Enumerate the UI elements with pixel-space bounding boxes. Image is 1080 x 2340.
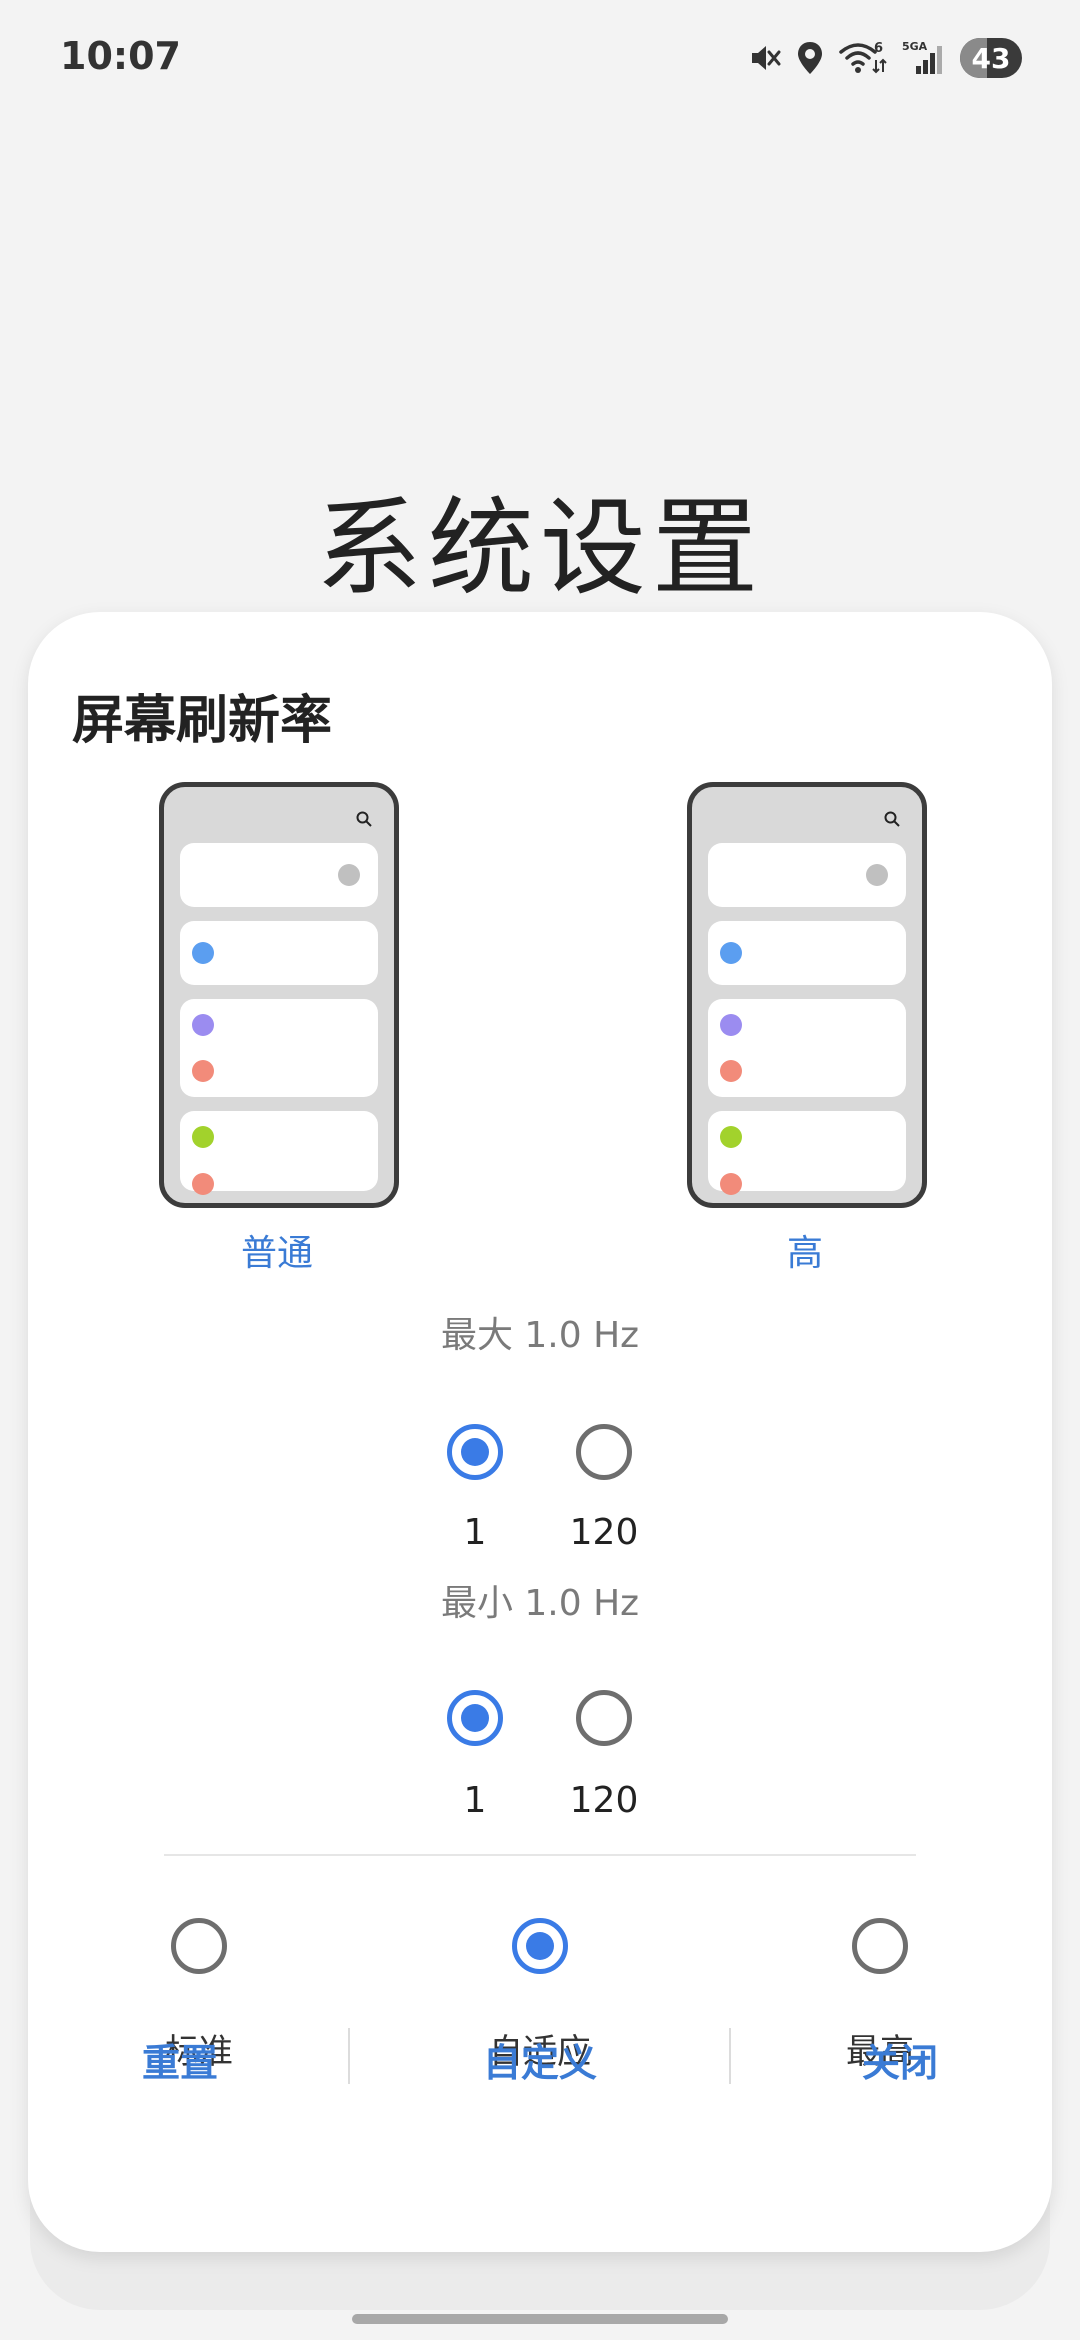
phone-preview-icon (159, 782, 399, 1208)
custom-button[interactable]: 自定义 (410, 2032, 670, 2087)
min-rate-label: 最小 1.0 Hz (440, 1583, 640, 1624)
wifi-badge: 6 (874, 41, 883, 56)
network-type: 5GA (902, 40, 928, 53)
min-rate-radio-120[interactable] (576, 1690, 632, 1746)
preview-dot (720, 1126, 742, 1148)
battery-indicator: 43 (960, 38, 1022, 78)
preview-dot (720, 1060, 742, 1082)
wifi-6-icon: 6 (839, 41, 887, 74)
reset-button[interactable]: 重置 (50, 2032, 310, 2087)
preview-dot (720, 1014, 742, 1036)
preview-normal[interactable] (159, 782, 399, 1208)
mute-icon (752, 46, 781, 70)
min-rate-option-120: 120 (569, 1780, 639, 1821)
action-separator (729, 2028, 731, 2084)
close-button[interactable]: 关闭 (770, 2032, 1030, 2087)
preview-dot (720, 942, 742, 964)
battery-percent: 43 (971, 41, 1011, 75)
location-icon (798, 42, 822, 74)
preview-label-normal[interactable]: 普通 (157, 1224, 397, 1276)
max-rate-radio-1[interactable] (447, 1424, 503, 1480)
dialog-title: 屏幕刷新率 (72, 691, 333, 751)
preview-card (180, 1111, 378, 1195)
preview-dot (192, 1173, 214, 1195)
status-time: 10:07 (60, 34, 181, 78)
preview-dot (720, 1173, 742, 1195)
search-icon (884, 811, 900, 827)
mode-radio-adaptive[interactable] (512, 1918, 568, 1974)
page-title: 系统设置 (316, 487, 764, 610)
search-icon (356, 811, 372, 827)
preview-card (708, 921, 906, 985)
max-rate-option-120: 120 (569, 1512, 639, 1553)
max-rate-label: 最大 1.0 Hz (440, 1315, 640, 1356)
max-rate-option-1: 1 (463, 1512, 487, 1553)
status-bar: 10:07 6 5GA 43 (0, 0, 1080, 120)
preview-high[interactable] (687, 782, 927, 1208)
status-icons: 6 5GA 43 (748, 36, 1022, 80)
preview-dot (192, 1014, 214, 1036)
preview-dot (192, 1126, 214, 1148)
preview-label-high[interactable]: 高 (685, 1224, 925, 1276)
preview-card (708, 1111, 906, 1195)
preview-card (180, 999, 378, 1097)
min-rate-option-1: 1 (463, 1780, 487, 1821)
divider (164, 1854, 916, 1856)
preview-dot (192, 1060, 214, 1082)
home-indicator[interactable] (352, 2314, 728, 2324)
preview-card (180, 843, 378, 907)
min-rate-radio-1[interactable] (447, 1690, 503, 1746)
5ga-signal-icon: 5GA (902, 40, 942, 74)
phone-preview-icon (687, 782, 927, 1208)
preview-card (708, 999, 906, 1097)
mode-radio-highest[interactable] (852, 1918, 908, 1974)
preview-dot (338, 864, 360, 886)
preview-card (708, 843, 906, 907)
action-separator (348, 2028, 350, 2084)
preview-dot (192, 942, 214, 964)
preview-dot (866, 864, 888, 886)
mode-radio-standard[interactable] (171, 1918, 227, 1974)
preview-card (180, 921, 378, 985)
max-rate-radio-120[interactable] (576, 1424, 632, 1480)
refresh-rate-dialog: 屏幕刷新率 普通 高 最大 1.0 Hz 1 120 最小 1.0 Hz 1 1… (28, 612, 1052, 2252)
